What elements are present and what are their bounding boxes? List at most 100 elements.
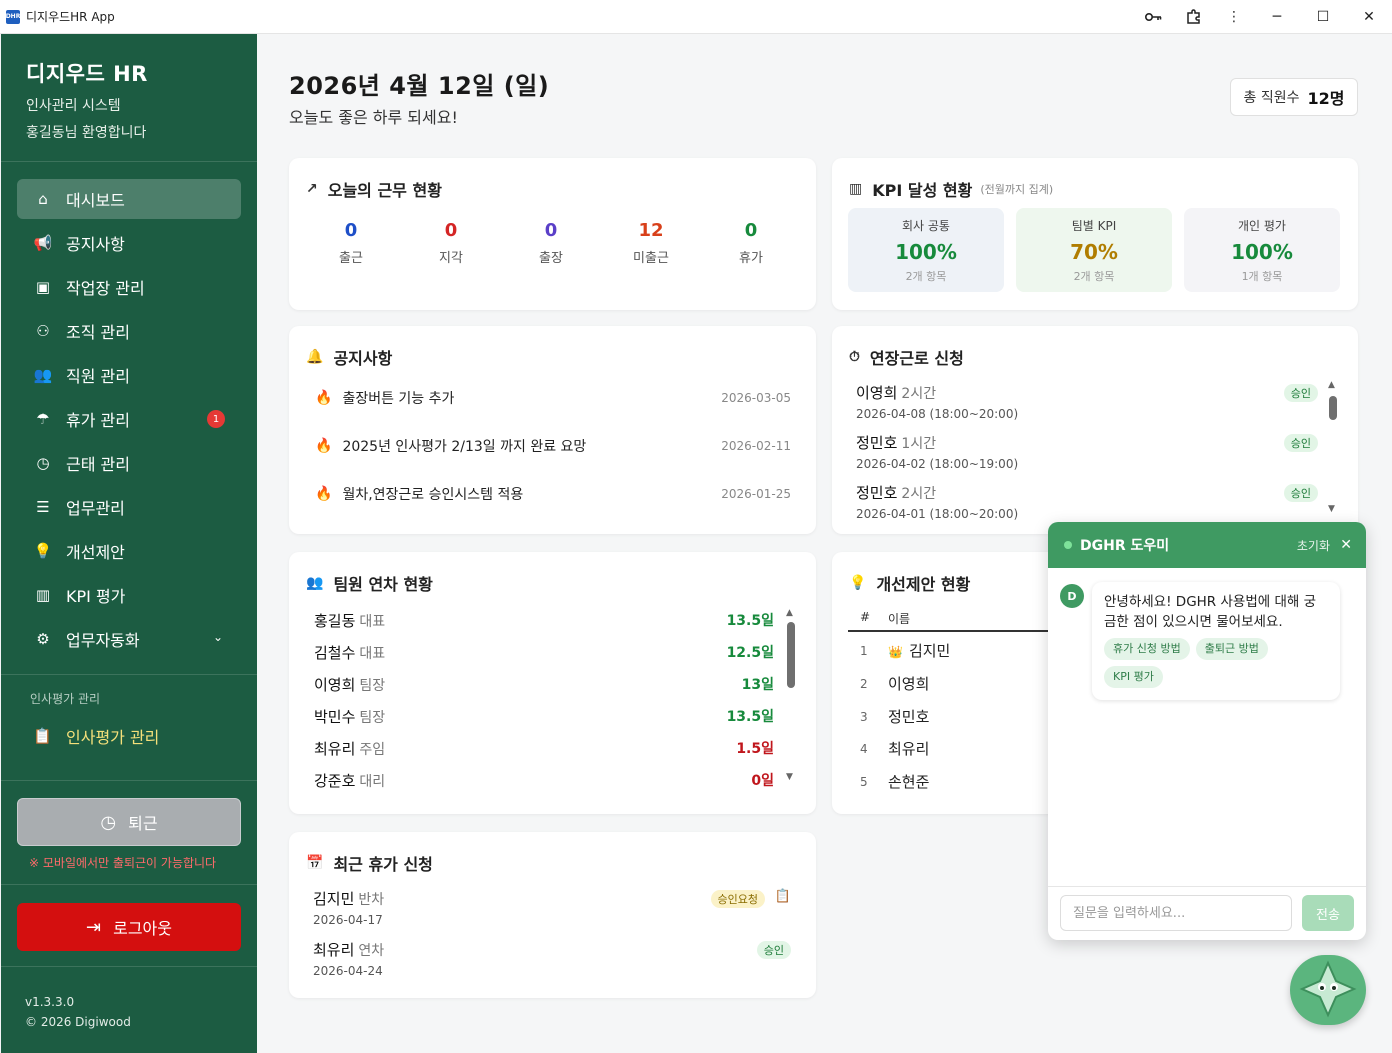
remaining-days: 1.5일 xyxy=(736,741,774,757)
sidebar-item-attendance[interactable]: ◷ 근태 관리 xyxy=(17,443,241,483)
key-icon[interactable] xyxy=(1134,0,1174,34)
more-icon[interactable]: ⋮ xyxy=(1214,0,1254,34)
sidebar-item-workplace[interactable]: ▣ 작업장 관리 xyxy=(17,267,241,307)
lightbulb-icon: 💡 xyxy=(33,542,53,560)
kpi-company[interactable]: 회사 공통 100% 2개 항목 xyxy=(848,208,1004,292)
scrollbar-thumb[interactable] xyxy=(1329,396,1337,420)
sidebar-item-label: 직원 관리 xyxy=(66,367,130,386)
kpi-title: 회사 공통 xyxy=(902,219,950,233)
chatbot-launcher-button[interactable] xyxy=(1290,955,1366,1025)
sidebar-item-organization[interactable]: ⚇ 조직 관리 xyxy=(17,311,241,351)
sidebar-item-tasks[interactable]: ☰ 업무관리 xyxy=(17,487,241,527)
close-window-button[interactable]: ✕ xyxy=(1346,0,1392,34)
kpi-value: 70% xyxy=(1070,240,1118,264)
send-button[interactable]: 전송 xyxy=(1302,895,1354,931)
leave-request-item[interactable]: 최유리 연차 2026-04-24 승인 xyxy=(313,939,791,981)
chat-reset-button[interactable]: 초기화 xyxy=(1297,537,1330,554)
scroll-down-icon[interactable]: ▼ xyxy=(786,772,793,782)
maximize-button[interactable]: ☐ xyxy=(1300,0,1346,34)
logout-icon: ⇥ xyxy=(86,916,102,938)
lightbulb-icon: 💡 xyxy=(849,575,867,591)
overtime-hours: 1시간 xyxy=(901,436,937,452)
sidebar-item-label: KPI 평가 xyxy=(66,587,126,606)
employee-name: 정민호 xyxy=(856,434,898,452)
sidebar-item-notices[interactable]: 📢 공지사항 xyxy=(17,223,241,263)
leave-type: 반차 xyxy=(358,892,385,908)
kpi-personal[interactable]: 개인 평가 100% 1개 항목 xyxy=(1184,208,1340,292)
online-indicator xyxy=(1064,541,1072,549)
sidebar-item-leave[interactable]: ☂ 휴가 관리 1 xyxy=(17,399,241,439)
card-title: 공지사항 xyxy=(333,349,393,368)
notice-text: 2025년 인사평가 2/13일 까지 완료 요망 xyxy=(342,439,587,455)
status-badge: 승인 xyxy=(1283,484,1318,502)
team-member-row: 홍길동 대표 13.5일 xyxy=(314,610,774,630)
remaining-days: 13.5일 xyxy=(726,613,774,629)
member-name: 강준호 xyxy=(314,772,356,790)
status-label: 출장 xyxy=(539,251,563,266)
overtime-item[interactable]: 정민호 2시간 2026-04-01 (18:00~20:00) 승인 xyxy=(856,482,1318,524)
team-member-row: 박민수 팀장 13.5일 xyxy=(314,706,774,726)
clock-out-label: 퇴근 xyxy=(128,814,158,833)
sidebar-item-automation[interactable]: ⚙ 업무자동화 ⌄ xyxy=(17,619,241,659)
team-member-row: 최유리 주임 1.5일 xyxy=(314,738,774,758)
welcome-text: 홍길동님 환영합니다 xyxy=(26,125,147,141)
sidebar-item-kpi[interactable]: ▥ KPI 평가 xyxy=(17,575,241,615)
greeting: 오늘도 좋은 하루 되세요! xyxy=(289,108,458,127)
status-business-trip: 0 출장 xyxy=(501,220,601,266)
bot-avatar: D xyxy=(1060,584,1084,608)
employee-name: 최유리 xyxy=(888,740,930,758)
close-icon[interactable]: ✕ xyxy=(1340,537,1352,553)
sidebar-item-employees[interactable]: 👥 직원 관리 xyxy=(17,355,241,395)
scroll-up-icon[interactable]: ▲ xyxy=(786,608,793,618)
fire-icon: 🔥 xyxy=(315,438,333,454)
kpi-title: 팀별 KPI xyxy=(1071,219,1117,233)
message-text: 안녕하세요! DGHR 사용법에 대해 궁금한 점이 있으시면 물어보세요. xyxy=(1104,594,1317,630)
minimize-button[interactable]: ─ xyxy=(1254,0,1300,34)
quick-reply-chip[interactable]: 휴가 신청 방법 xyxy=(1104,638,1190,660)
divider xyxy=(1,674,257,675)
fire-icon: 🔥 xyxy=(315,390,333,406)
sidebar-item-label: 업무관리 xyxy=(66,499,125,518)
crown-icon: 👑 xyxy=(888,645,903,659)
notice-item[interactable]: 🔥 2025년 인사평가 2/13일 까지 완료 요망 2026-02-11 xyxy=(315,436,791,456)
member-name: 이영희 xyxy=(314,676,356,694)
sidebar-item-label: 대시보드 xyxy=(66,191,125,210)
scroll-down-icon[interactable]: ▼ xyxy=(1328,504,1335,514)
quick-reply-chip[interactable]: 출퇴근 방법 xyxy=(1195,638,1268,660)
sidebar-item-label: 근태 관리 xyxy=(66,455,130,474)
sidebar-item-dashboard[interactable]: ⌂ 대시보드 xyxy=(17,179,241,219)
rank: 1 xyxy=(860,644,868,658)
overtime-item[interactable]: 정민호 1시간 2026-04-02 (18:00~19:00) 승인 xyxy=(856,432,1318,474)
status-value: 12 xyxy=(638,220,664,241)
remaining-days: 13일 xyxy=(741,677,774,693)
sidebar-item-evaluation[interactable]: 📋 인사평가 관리 xyxy=(17,716,241,756)
employee-count-badge: 총 직원수 12명 xyxy=(1230,78,1358,116)
leave-date: 2026-04-17 xyxy=(313,913,383,927)
status-badge: 승인 xyxy=(1283,434,1318,452)
notice-item[interactable]: 🔥 월차,연장근로 승인시스템 적용 2026-01-25 xyxy=(315,484,791,504)
chat-input[interactable] xyxy=(1060,895,1292,931)
rank: 5 xyxy=(860,775,868,789)
scrollbar-thumb[interactable] xyxy=(787,622,795,688)
sidebar-item-suggestions[interactable]: 💡 개선제안 xyxy=(17,531,241,571)
kpi-team[interactable]: 팀별 KPI 70% 2개 항목 xyxy=(1016,208,1172,292)
approve-clipboard-icon[interactable]: 📋 xyxy=(775,889,791,904)
overtime-item[interactable]: 이영희 2시간 2026-04-08 (18:00~20:00) 승인 xyxy=(856,382,1318,424)
extension-icon[interactable] xyxy=(1174,0,1214,34)
title-bar: DHR 디지우드HR App ⋮ ─ ☐ ✕ xyxy=(0,0,1392,34)
logout-label: 로그아웃 xyxy=(113,919,172,938)
notice-item[interactable]: 🔥 출장버튼 기능 추가 2026-03-05 xyxy=(315,388,791,408)
scroll-up-icon[interactable]: ▲ xyxy=(1328,380,1335,390)
quick-reply-chip[interactable]: KPI 평가 xyxy=(1104,666,1163,688)
status-badge: 승인 xyxy=(1283,384,1318,402)
card-subtitle: (전월까지 집계) xyxy=(980,183,1054,196)
brand-subtitle: 인사관리 시스템 xyxy=(26,98,121,114)
leave-request-item[interactable]: 김지민 반차 2026-04-17 승인요청 📋 xyxy=(313,888,791,930)
chatbot-panel: DGHR 도우미 초기화 ✕ D 안녕하세요! DGHR 사용법에 대해 궁금한… xyxy=(1048,522,1366,940)
card-title: 개선제안 현황 xyxy=(876,575,971,594)
employee-name: 정민호 xyxy=(888,708,930,726)
logout-button[interactable]: ⇥ 로그아웃 xyxy=(17,903,241,951)
table-row: 1 👑 김지민 xyxy=(848,640,1048,664)
clock-out-button[interactable]: ◷ 퇴근 xyxy=(17,798,241,846)
notice-text: 월차,연장근로 승인시스템 적용 xyxy=(342,487,524,503)
